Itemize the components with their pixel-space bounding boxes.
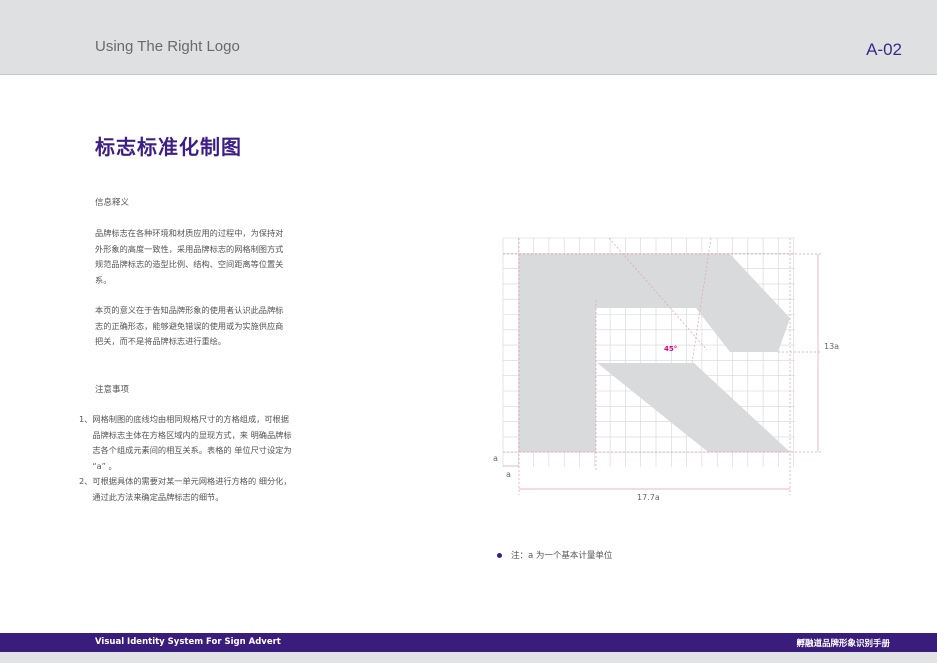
- bullet-icon: [497, 552, 502, 558]
- footer-right-text: 孵融道品牌形象识别手册: [796, 639, 890, 649]
- width-dimension-label: 17.7a: [637, 493, 660, 502]
- unit-note-text: 注：a 为一个基本计量单位: [511, 551, 613, 561]
- bottom-strip: [0, 652, 937, 663]
- page-footer: Visual Identity System For Sign Advert 孵…: [0, 633, 937, 652]
- logo-shape: [519, 254, 790, 452]
- logo-grid-diagram: 45° 13a 17.7a a a: [493, 237, 839, 502]
- angle-label: 45°: [664, 345, 677, 353]
- height-dimension-label: 13a: [824, 342, 839, 351]
- unit-label-bottom: a: [506, 470, 511, 479]
- unit-label-side: a: [493, 454, 498, 463]
- footer-left-text: Visual Identity System For Sign Advert: [95, 637, 281, 647]
- unit-note: 注：a 为一个基本计量单位: [497, 549, 612, 561]
